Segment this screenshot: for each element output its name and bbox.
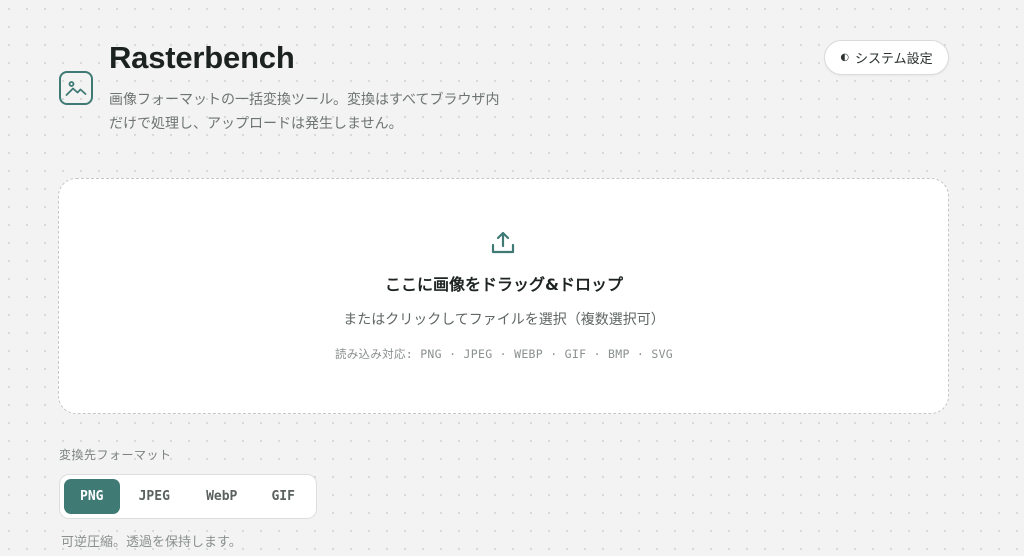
half-circle-icon: ◐ — [840, 52, 850, 63]
app-title: Rasterbench — [109, 40, 295, 75]
format-option-gif[interactable]: GIF — [254, 479, 312, 514]
file-dropzone[interactable] — [58, 178, 949, 414]
app-description-line1: 画像フォーマットの一括変換ツール。変換はすべてブラウザ内 — [109, 92, 500, 108]
format-hint: 可逆圧縮。透過を保持します。 — [61, 535, 242, 550]
format-option-jpeg[interactable]: JPEG — [120, 479, 189, 514]
format-option-png[interactable]: PNG — [64, 479, 120, 514]
theme-toggle-button[interactable]: ◐ システム設定 — [824, 40, 949, 75]
image-icon — [65, 81, 87, 96]
output-format-selector: PNG JPEG WebP GIF — [59, 474, 317, 519]
dropzone-title: ここに画像をドラッグ&ドロップ — [385, 275, 623, 294]
format-option-webp[interactable]: WebP — [189, 479, 254, 514]
app-description-line2: だけで処理し、アップロードは発生しません。 — [109, 115, 403, 132]
supported-formats: 読み込み対応: PNG · JPEG · WEBP · GIF · BMP · … — [334, 347, 674, 361]
app-logo — [59, 71, 93, 105]
app-description: 画像フォーマットの一括変換ツール。変換はすべてブラウザ内 だけで処理し、アップロ… — [109, 89, 579, 136]
output-format-label: 変換先フォーマット — [59, 448, 172, 462]
upload-icon — [491, 231, 515, 254]
dropzone-subtitle: またはクリックしてファイルを選択（複数選択可） — [343, 312, 665, 328]
theme-toggle-label: システム設定 — [855, 52, 933, 67]
